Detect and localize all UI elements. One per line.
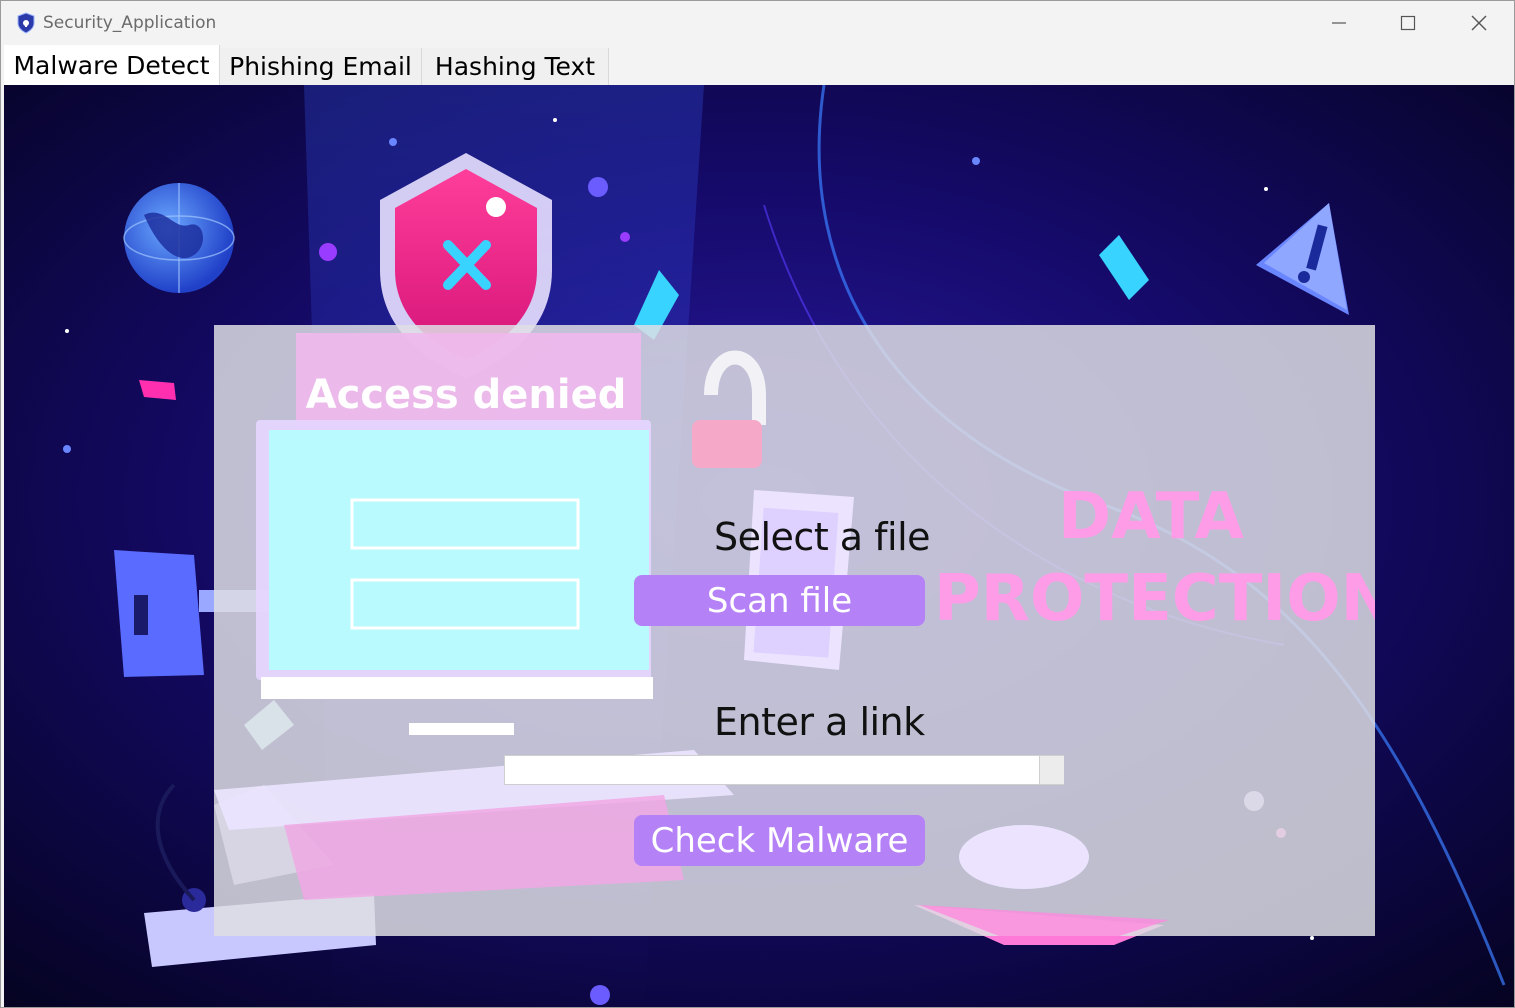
maximize-icon [1400, 15, 1416, 31]
maximize-button[interactable] [1373, 1, 1443, 45]
app-window: Security_Application Malware Detect Phis… [0, 0, 1515, 1008]
shield-app-icon [17, 12, 35, 34]
tab-content: Access denied DATA PROTECTION Select a f… [4, 85, 1514, 1007]
scan-file-button[interactable]: Scan file [634, 575, 925, 626]
enter-link-label: Enter a link [714, 700, 925, 744]
select-file-label: Select a file [714, 515, 931, 559]
link-input[interactable] [504, 755, 1064, 785]
tab-malware-detect[interactable]: Malware Detect [4, 45, 220, 85]
tab-bar: Malware Detect Phishing Email Hashing Te… [4, 45, 1514, 86]
tab-hashing-text[interactable]: Hashing Text [422, 48, 609, 85]
tab-phishing-email[interactable]: Phishing Email [220, 48, 422, 85]
window-title: Security_Application [43, 13, 217, 33]
minimize-icon [1332, 22, 1346, 24]
input-spin-handle[interactable] [1039, 756, 1064, 784]
close-icon [1471, 15, 1487, 31]
protection-headline-text: PROTECTION [934, 562, 1375, 636]
globe-icon [123, 183, 235, 293]
data-headline-text: DATA [1058, 480, 1244, 554]
check-malware-button[interactable]: Check Malware [634, 815, 925, 866]
close-button[interactable] [1444, 1, 1514, 45]
title-bar: Security_Application [1, 1, 1514, 45]
minimize-button[interactable] [1304, 1, 1374, 45]
access-denied-text: Access denied [306, 372, 627, 418]
malware-detect-panel: Access denied DATA PROTECTION Select a f… [214, 325, 1375, 936]
